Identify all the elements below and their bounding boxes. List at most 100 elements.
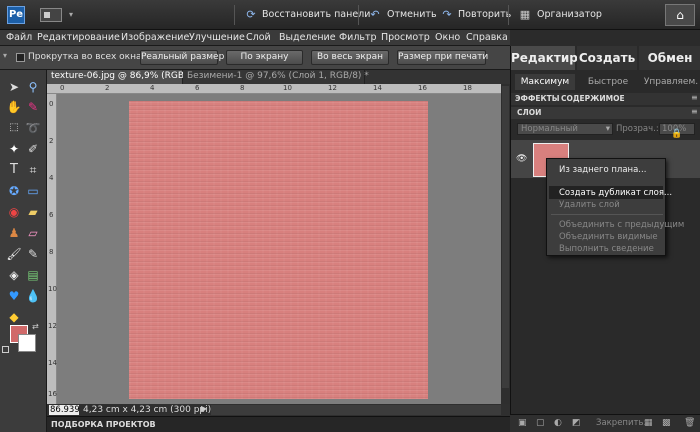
tab-texture-06[interactable]: texture-06.jpg @ 86,9% (RGB/8) * [47,70,204,84]
layer-mask-icon[interactable]: ◩ [572,418,581,428]
ruler-v-label: 2 [49,137,54,145]
default-colors-icon[interactable] [2,346,9,353]
restore-panels-button[interactable]: Восстановить панели [262,8,370,22]
fit-screen-button[interactable]: По экрану [226,50,303,65]
menu-image[interactable]: Изображение [121,32,189,43]
horizontal-scrollbar[interactable] [211,405,501,415]
tab-untitled-1[interactable]: Безимени-1 @ 97,6% (Слой 1, RGB/8) * [183,70,369,84]
status-bar: 86.939 4,23 cm x 4,23 cm (300 ppi) ▶ [47,404,510,416]
home-icon[interactable]: ⌂ [665,4,695,26]
cookie-cutter-tool-icon[interactable]: ✪ [5,182,23,200]
context-flatten-image: Выполнить сведение [559,244,654,254]
print-size-button[interactable]: Размер при печати [397,50,488,65]
toolbox: ➤ ⚲ ✋ ✎ ⬚ ➰ ✦ ✐ T ⌗ ✪ ▭ ◉ ▰ ♟ ▱ 🖌 ✎ ◈ ▤ … [0,70,47,432]
new-layer-icon[interactable]: ▣ [518,418,527,428]
divider [508,5,509,25]
restore-panels-icon[interactable]: ⟳ [244,8,258,22]
smart-brush-tool-icon[interactable]: ✎ [24,245,42,263]
redo-button[interactable]: Повторить [458,8,511,22]
context-merge-down: Объединить с предыдущим [559,220,685,230]
straighten-tool-icon[interactable]: ▭ [24,182,42,200]
magic-wand-tool-icon[interactable]: ✦ [5,140,23,158]
lasso-tool-icon[interactable]: ➰ [24,119,42,137]
shape-tool-icon[interactable]: ♥ [5,287,23,305]
layout-switch-icon[interactable] [40,8,62,22]
eye-icon[interactable]: 👁 [516,154,527,164]
menu-bar: Файл Редактирование Изображение Улучшени… [0,30,510,46]
undo-icon[interactable]: ↶ [368,8,382,22]
adjustment-layer-icon[interactable]: ◐ [554,418,562,428]
actual-pixels-button[interactable]: Реальный размер [140,50,224,65]
gradient-tool-icon[interactable]: ▤ [24,266,42,284]
tab-effects[interactable]: ЭФФЕКТЫ [515,94,560,104]
type-tool-icon[interactable]: T [5,161,23,179]
ruler-v-label: 6 [49,211,54,219]
blend-mode-select[interactable]: Нормальный ▾ [517,123,613,135]
tab-full-edit[interactable]: Максимум [515,74,575,90]
menu-edit[interactable]: Редактирование [37,32,120,43]
red-eye-tool-icon[interactable]: ◉ [5,203,23,221]
eraser-tool-icon[interactable]: ▱ [24,224,42,242]
document-image[interactable] [129,101,428,399]
blur-tool-icon[interactable]: 💧 [24,287,42,305]
new-group-icon[interactable]: ▢ [536,418,545,428]
layout-dropdown-icon[interactable]: ▾ [64,8,78,22]
menu-file[interactable]: Файл [6,32,32,43]
lock-all-icon[interactable]: ▩ [662,418,671,428]
background-color-swatch[interactable] [18,334,36,352]
clone-stamp-tool-icon[interactable]: ♟ [5,224,23,242]
menu-filter[interactable]: Фильтр [339,32,377,43]
menu-enhance[interactable]: Улучшение [189,32,245,43]
eyedropper-tool-icon[interactable]: ✎ [24,98,42,116]
scroll-all-checkbox[interactable] [16,53,25,62]
lock-transparent-icon[interactable]: ▦ [644,418,653,428]
tab-share[interactable]: Обмен [639,46,700,70]
context-from-background[interactable]: Из заднего плана... [559,165,646,175]
crop-tool-icon[interactable]: ⌗ [24,161,42,179]
blend-mode-value: Нормальный [521,124,578,134]
zoom-tool-icon[interactable]: ⚲ [24,78,42,96]
organizer-icon[interactable]: ▦ [518,8,532,22]
redo-icon[interactable]: ↷ [440,8,454,22]
healing-brush-tool-icon[interactable]: ▰ [24,203,42,221]
menu-view[interactable]: Просмотр [381,32,430,43]
tab-guided-edit[interactable]: Управляем. [641,74,700,90]
sponge-tool-icon[interactable]: ◆ [5,308,23,326]
ruler-h-label: 18 [463,84,472,92]
ruler-v-label: 4 [49,174,54,182]
menu-layer[interactable]: Слой [246,32,271,43]
tab-quick-edit[interactable]: Быстрое [579,74,637,90]
menu-help[interactable]: Справка [466,32,508,43]
ruler-h-label: 12 [328,84,337,92]
fill-screen-button[interactable]: Во весь экран [311,50,389,65]
project-bin-label[interactable]: ПОДБОРКА ПРОЕКТОВ [51,420,156,429]
move-tool-icon[interactable]: ➤ [5,78,23,96]
panel-menu-icon[interactable]: ≡ [691,93,698,102]
marquee-tool-icon[interactable]: ⬚ [5,119,23,137]
hand-tool-icon[interactable]: ✋ [5,98,23,116]
tab-create[interactable]: Создать [577,46,637,70]
ruler-h-label: 8 [240,84,245,92]
lock-label: Закрепить: [596,418,647,428]
vertical-scrollbar[interactable] [501,84,510,404]
app-logo-icon: Pe [7,6,25,24]
quick-selection-tool-icon[interactable]: ✐ [24,140,42,158]
delete-layer-icon[interactable]: 🗑 [684,418,695,428]
brush-tool-icon[interactable]: 🖌 [5,245,23,263]
tab-content[interactable]: СОДЕРЖИМОЕ [561,94,625,104]
zoom-field[interactable]: 86.939 [49,405,80,415]
document-tabs: texture-06.jpg @ 86,9% (RGB/8) * Безимен… [47,70,510,84]
menu-window[interactable]: Окно [435,32,460,43]
tab-edit[interactable]: Редактир. [511,46,582,70]
swap-colors-icon[interactable]: ⇄ [32,322,39,331]
context-duplicate-layer[interactable]: Создать дубликат слоя... [559,188,672,198]
undo-button[interactable]: Отменить [387,8,437,22]
layers-menu-icon[interactable]: ≡ [691,107,698,116]
ruler-v-label: 8 [49,248,54,256]
paint-bucket-tool-icon[interactable]: ◈ [5,266,23,284]
status-menu-arrow-icon[interactable]: ▶ [201,404,207,413]
menu-select[interactable]: Выделение [279,32,336,43]
options-menu-icon[interactable]: ▾ [3,51,7,60]
organizer-button[interactable]: Организатор [537,8,602,22]
layers-panel-title: СЛОИ [517,108,542,117]
